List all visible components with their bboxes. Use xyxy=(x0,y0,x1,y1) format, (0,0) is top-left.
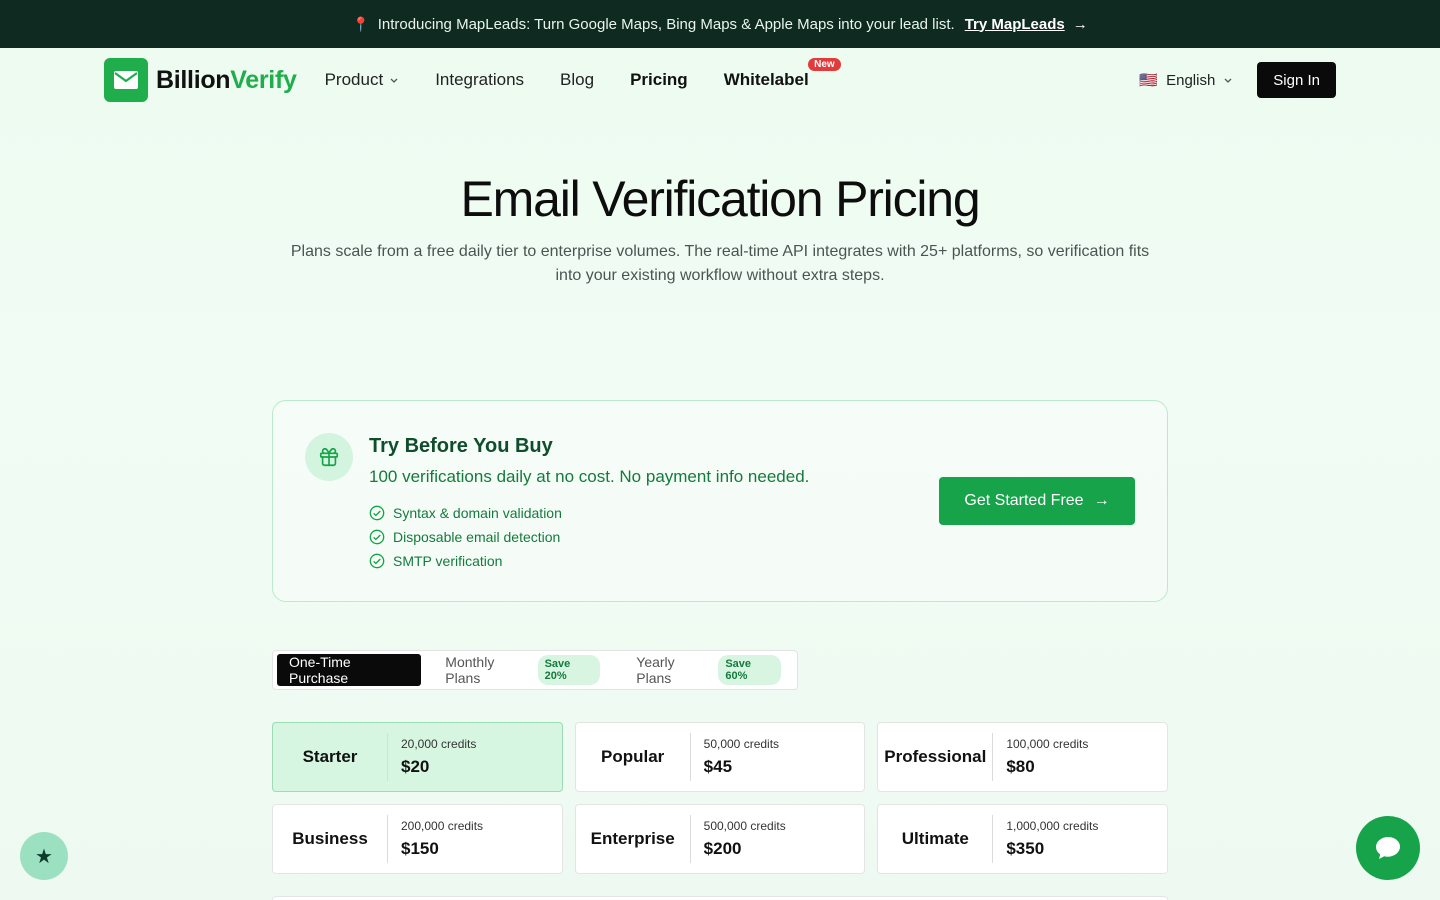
tab-label: Monthly Plans xyxy=(445,654,495,686)
feature-label: Disposable email detection xyxy=(393,529,561,545)
nav-product[interactable]: Product xyxy=(325,70,400,90)
tab-yearly-plans[interactable]: Yearly Plans Save 60% xyxy=(624,654,793,686)
list-item: Syntax & domain validation xyxy=(369,501,562,525)
nav-links: Product Integrations Blog Pricing Whitel… xyxy=(325,58,841,90)
us-flag-icon: 🇺🇸 xyxy=(1139,72,1159,89)
check-circle-icon xyxy=(369,505,385,521)
arrow-right-icon: → xyxy=(1093,492,1110,509)
check-circle-icon xyxy=(369,553,385,569)
star-icon[interactable]: ★ xyxy=(20,832,68,880)
nav-blog[interactable]: Blog xyxy=(560,70,594,90)
chevron-down-icon xyxy=(1224,78,1232,83)
arrow-right-icon: → xyxy=(1072,15,1088,33)
check-circle-icon xyxy=(369,529,385,545)
plan-card-professional[interactable]: Professional 100,000 credits $80 xyxy=(877,722,1168,792)
plan-card-starter[interactable]: Starter 20,000 credits $20 xyxy=(272,722,563,792)
plan-info: 100,000 credits $80 xyxy=(993,737,1088,777)
announcement-text: Introducing MapLeads: Turn Google Maps, … xyxy=(377,15,955,33)
plan-price: $45 xyxy=(703,757,733,776)
plan-info: 500,000 credits $200 xyxy=(691,819,786,859)
plan-card-popular[interactable]: Popular 50,000 credits $45 xyxy=(574,722,866,792)
plan-name: Ultimate xyxy=(878,815,994,863)
feature-label: SMTP verification xyxy=(393,553,503,569)
plan-info: 20,000 credits $20 xyxy=(388,737,476,777)
plan-credits: 20,000 credits xyxy=(401,737,477,751)
page-title: Email Verification Pricing xyxy=(460,171,980,227)
plan-credits: 500,000 credits xyxy=(703,819,786,833)
nav-whitelabel[interactable]: Whitelabel New xyxy=(723,58,841,90)
nav-right: 🇺🇸 English Sign In xyxy=(1139,62,1336,98)
mail-icon xyxy=(104,58,148,102)
try-mapleads-link[interactable]: Try MapLeads xyxy=(965,16,1065,33)
trial-subtitle: 100 verifications daily at no cost. No p… xyxy=(369,467,810,486)
plan-credits: 50,000 credits xyxy=(703,737,780,751)
chat-bubble-icon[interactable] xyxy=(1356,816,1420,880)
list-item: Disposable email detection xyxy=(369,525,562,549)
nav-integrations[interactable]: Integrations xyxy=(435,70,524,90)
plan-price: $20 xyxy=(401,757,430,776)
gift-icon xyxy=(305,433,353,481)
tab-label: One-Time Purchase xyxy=(289,654,351,686)
feature-label: Syntax & domain validation xyxy=(393,505,562,521)
plan-price: $80 xyxy=(1006,757,1035,776)
plan-name: Professional xyxy=(878,733,994,781)
plan-name: Business xyxy=(273,815,388,863)
brand-name-part1: Billion xyxy=(156,65,231,94)
plan-credits: 200,000 credits xyxy=(401,819,484,833)
plan-name: Enterprise xyxy=(576,815,691,863)
nav-whitelabel-label: Whitelabel xyxy=(723,70,809,89)
plan-card-ultimate[interactable]: Ultimate 1,000,000 credits $350 xyxy=(877,804,1168,874)
sign-in-button[interactable]: Sign In xyxy=(1257,62,1336,98)
get-started-free-button[interactable]: Get Started Free → xyxy=(939,477,1135,525)
next-section-edge xyxy=(272,896,1168,900)
list-item: SMTP verification xyxy=(369,549,562,573)
language-label: English xyxy=(1166,71,1216,89)
plan-grid: Starter 20,000 credits $20 Popular 50,00… xyxy=(272,722,1168,874)
tab-label: Yearly Plans xyxy=(636,654,675,686)
plan-credits: 1,000,000 credits xyxy=(1006,819,1099,833)
plan-card-enterprise[interactable]: Enterprise 500,000 credits $200 xyxy=(574,804,866,874)
plan-name: Popular xyxy=(576,733,691,781)
announcement-bar: 📍 Introducing MapLeads: Turn Google Maps… xyxy=(0,0,1440,48)
brand-name-part2: Verify xyxy=(230,65,297,94)
tab-monthly-plans[interactable]: Monthly Plans Save 20% xyxy=(433,654,612,686)
billing-tabs: One-Time Purchase Monthly Plans Save 20%… xyxy=(272,650,798,690)
nav-pricing[interactable]: Pricing xyxy=(630,70,688,90)
chevron-down-icon xyxy=(390,78,398,83)
get-started-label: Get Started Free xyxy=(964,492,1084,509)
brand-name: BillionVerify xyxy=(156,66,297,95)
nav-product-label: Product xyxy=(324,70,384,89)
plan-info: 1,000,000 credits $350 xyxy=(993,819,1098,859)
pin-icon: 📍 xyxy=(352,15,370,32)
free-trial-card: Try Before You Buy 100 verifications dai… xyxy=(272,400,1168,602)
tab-one-time-purchase[interactable]: One-Time Purchase xyxy=(277,654,422,686)
page-subtitle: Plans scale from a free daily tier to en… xyxy=(290,243,1150,284)
language-selector[interactable]: 🇺🇸 English xyxy=(1139,71,1233,89)
plan-name: Starter xyxy=(273,733,388,781)
plan-price: $150 xyxy=(401,839,439,858)
trial-feature-list: Syntax & domain validation Disposable em… xyxy=(369,501,562,573)
save-badge: Save 20% xyxy=(537,655,601,685)
main-nav: BillionVerify Product Integrations Blog … xyxy=(104,58,1336,102)
trial-title: Try Before You Buy xyxy=(369,435,553,457)
brand-logo[interactable]: BillionVerify xyxy=(104,58,297,102)
plan-price: $200 xyxy=(703,839,742,858)
plan-info: 200,000 credits $150 xyxy=(388,819,483,859)
plan-price: $350 xyxy=(1006,839,1045,858)
plan-credits: 100,000 credits xyxy=(1006,737,1089,751)
plan-info: 50,000 credits $45 xyxy=(691,737,779,777)
plan-card-business[interactable]: Business 200,000 credits $150 xyxy=(272,804,563,874)
new-badge: New xyxy=(808,58,841,71)
save-badge: Save 60% xyxy=(718,655,781,685)
